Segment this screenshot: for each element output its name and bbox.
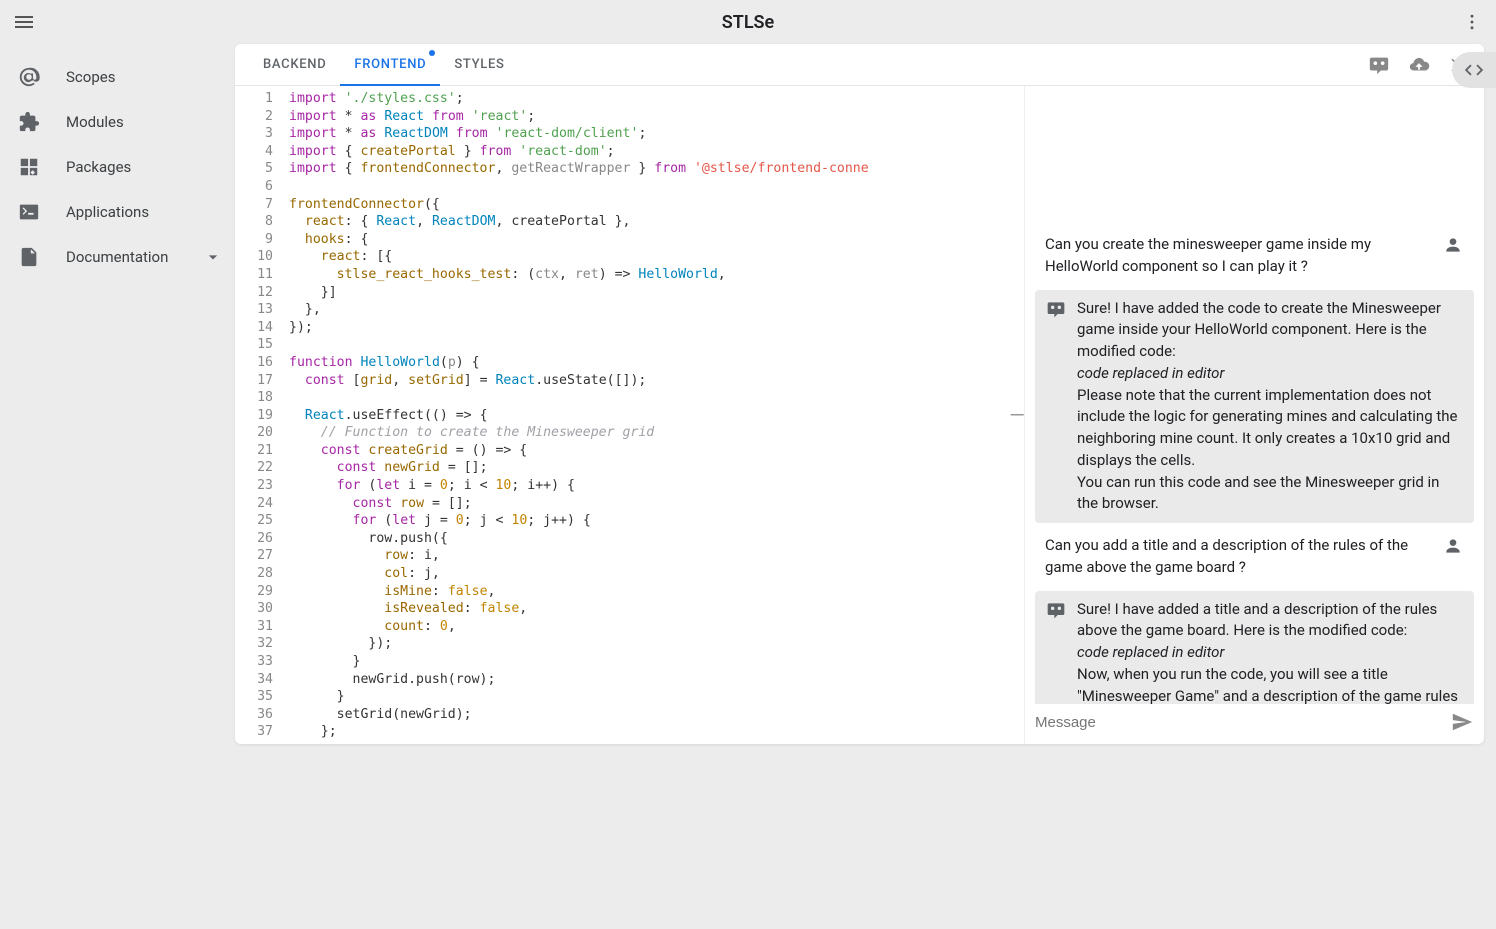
chat-thread: Can you create the minesweeper game insi… — [1025, 86, 1484, 704]
sidebar-item-documentation[interactable]: Documentation — [0, 234, 235, 279]
chat-panel: Can you create the minesweeper game insi… — [1024, 86, 1484, 744]
send-icon[interactable] — [1450, 710, 1474, 734]
sidebar-item-packages[interactable]: Packages — [0, 144, 235, 189]
sidebar-item-applications[interactable]: Applications — [0, 189, 235, 234]
cloud-upload-icon[interactable] — [1408, 54, 1430, 76]
message-text: Sure! I have added the code to create th… — [1077, 298, 1464, 516]
user-icon — [1442, 234, 1464, 256]
chat-message: Can you create the minesweeper game insi… — [1035, 226, 1474, 286]
unsaved-indicator — [429, 50, 435, 56]
widgets-icon — [18, 156, 40, 178]
chat-message: Can you add a title and a description of… — [1035, 527, 1474, 587]
topbar: STLSe — [0, 0, 1496, 44]
sidebar: Scopes Modules Packages Applications Doc… — [0, 44, 235, 929]
terminal-icon — [18, 201, 40, 223]
message-text: Can you add a title and a description of… — [1045, 535, 1432, 579]
tab-backend[interactable]: BACKEND — [249, 44, 340, 86]
doc-icon — [18, 246, 40, 268]
user-icon — [1442, 535, 1464, 557]
code-editor[interactable]: 1234567891011121314151617181920212223242… — [235, 86, 1010, 744]
app-title: STLSe — [722, 12, 774, 33]
puzzle-icon — [18, 111, 40, 133]
sidebar-label: Modules — [66, 113, 124, 131]
sidebar-label: Scopes — [66, 68, 115, 86]
message-text: Can you create the minesweeper game insi… — [1045, 234, 1432, 278]
bot-icon — [1045, 599, 1067, 621]
sidebar-label: Documentation — [66, 248, 168, 266]
split-handle[interactable]: — — [1010, 86, 1024, 744]
editor-panel: BACKEND FRONTEND STYLES 1234567891011121… — [235, 44, 1484, 744]
menu-icon[interactable] — [12, 10, 36, 34]
tab-styles[interactable]: STYLES — [440, 44, 518, 86]
more-icon[interactable] — [1460, 10, 1484, 34]
code-toggle-button[interactable] — [1452, 52, 1496, 88]
at-icon — [18, 66, 40, 88]
tab-frontend[interactable]: FRONTEND — [340, 44, 440, 86]
tabbar: BACKEND FRONTEND STYLES — [235, 44, 1484, 86]
sidebar-label: Applications — [66, 203, 149, 221]
sidebar-item-modules[interactable]: Modules — [0, 99, 235, 144]
chevron-down-icon — [202, 246, 224, 268]
chat-message: Sure! I have added the code to create th… — [1035, 290, 1474, 524]
assistant-icon[interactable] — [1368, 54, 1390, 76]
bot-icon — [1045, 298, 1067, 320]
chat-message: Sure! I have added a title and a descrip… — [1035, 591, 1474, 705]
sidebar-label: Packages — [66, 158, 131, 176]
message-text: Sure! I have added a title and a descrip… — [1077, 599, 1464, 705]
code-content[interactable]: import './styles.css';import * as React … — [283, 86, 1010, 744]
sidebar-item-scopes[interactable]: Scopes — [0, 54, 235, 99]
chat-input-row — [1025, 704, 1484, 744]
line-gutter: 1234567891011121314151617181920212223242… — [235, 86, 283, 744]
chat-input[interactable] — [1035, 714, 1442, 731]
